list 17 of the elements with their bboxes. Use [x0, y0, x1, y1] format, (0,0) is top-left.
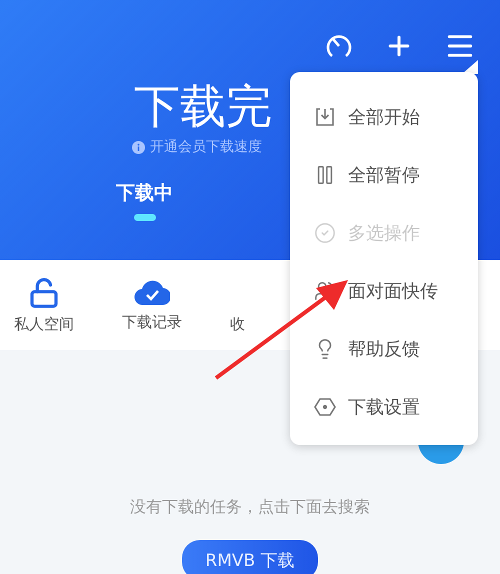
download-tray-icon [314, 106, 336, 128]
padlock-icon [28, 276, 60, 308]
empty-message: 没有下载的任务，点击下面去搜索 [130, 497, 370, 518]
tab[interactable]: 下载中 [116, 180, 173, 231]
menu-item[interactable]: 帮助反馈 [290, 320, 478, 378]
cloud-check-icon [134, 278, 170, 306]
notice-text: 开通会员下载速度 [150, 138, 262, 156]
rmvb-download-button[interactable]: RMVB 下载 [182, 540, 318, 574]
shortcut-item[interactable]: 私人空间 [14, 276, 74, 334]
check-circle-icon [314, 222, 336, 244]
shortcut-item[interactable]: 下载记录 [122, 278, 182, 332]
menu-item[interactable]: 全部开始 [290, 88, 478, 146]
menu-item[interactable]: 全部暂停 [290, 146, 478, 204]
header-title: 下载完 [134, 78, 272, 135]
shortcut-item[interactable]: 收 [230, 276, 245, 334]
menu-item[interactable]: 下载设置 [290, 378, 478, 436]
info-icon [132, 140, 145, 154]
